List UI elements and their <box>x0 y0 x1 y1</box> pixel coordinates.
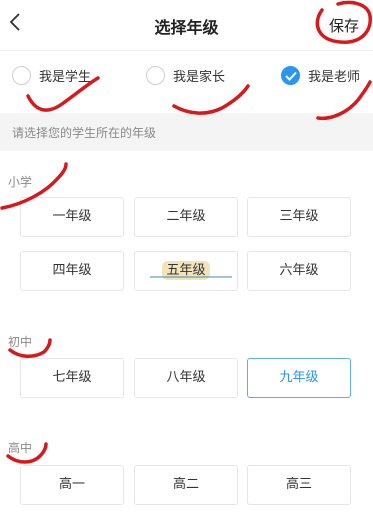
grade-button-4[interactable]: 四年级 <box>20 251 124 291</box>
radio-icon <box>12 65 31 85</box>
grade-button-2[interactable]: 二年级 <box>134 197 238 237</box>
role-selector: 我是学生 我是家长 我是老师 <box>0 50 373 100</box>
grade-button-1[interactable]: 一年级 <box>20 197 124 237</box>
grade-button-high-1[interactable]: 高一 <box>20 465 124 505</box>
save-button[interactable]: 保存 <box>329 15 359 36</box>
section-title-primary: 小学 <box>8 175 33 189</box>
role-option-teacher[interactable]: 我是老师 <box>281 63 360 87</box>
grade-button-5[interactable]: 五年级 <box>134 251 238 291</box>
page-title: 选择年级 <box>154 18 219 37</box>
radio-checked-icon <box>281 65 300 85</box>
grade-button-6[interactable]: 六年级 <box>247 251 351 291</box>
section-title-high: 高中 <box>8 441 33 455</box>
hint-banner: 请选择您的学生所在的年级 <box>0 113 373 151</box>
grade-button-8[interactable]: 八年级 <box>134 358 238 398</box>
role-label-teacher: 我是老师 <box>308 69 361 85</box>
role-option-parent[interactable]: 我是家长 <box>146 63 225 87</box>
grade-button-high-3[interactable]: 高三 <box>247 465 351 505</box>
header-bar: 选择年级 保存 <box>0 0 373 51</box>
hint-text: 请选择您的学生所在的年级 <box>12 126 157 140</box>
grade-button-9[interactable]: 九年级 <box>247 358 351 398</box>
role-label-student: 我是学生 <box>39 69 92 85</box>
grade-button-high-2[interactable]: 高二 <box>134 465 238 505</box>
role-option-student[interactable]: 我是学生 <box>12 63 91 87</box>
section-title-middle: 初中 <box>8 335 33 349</box>
grade-button-7[interactable]: 七年级 <box>20 358 124 398</box>
grade-label-5: 五年级 <box>162 261 210 280</box>
radio-icon <box>146 65 165 85</box>
role-label-parent: 我是家长 <box>173 69 226 85</box>
grade-button-3[interactable]: 三年级 <box>247 197 351 237</box>
